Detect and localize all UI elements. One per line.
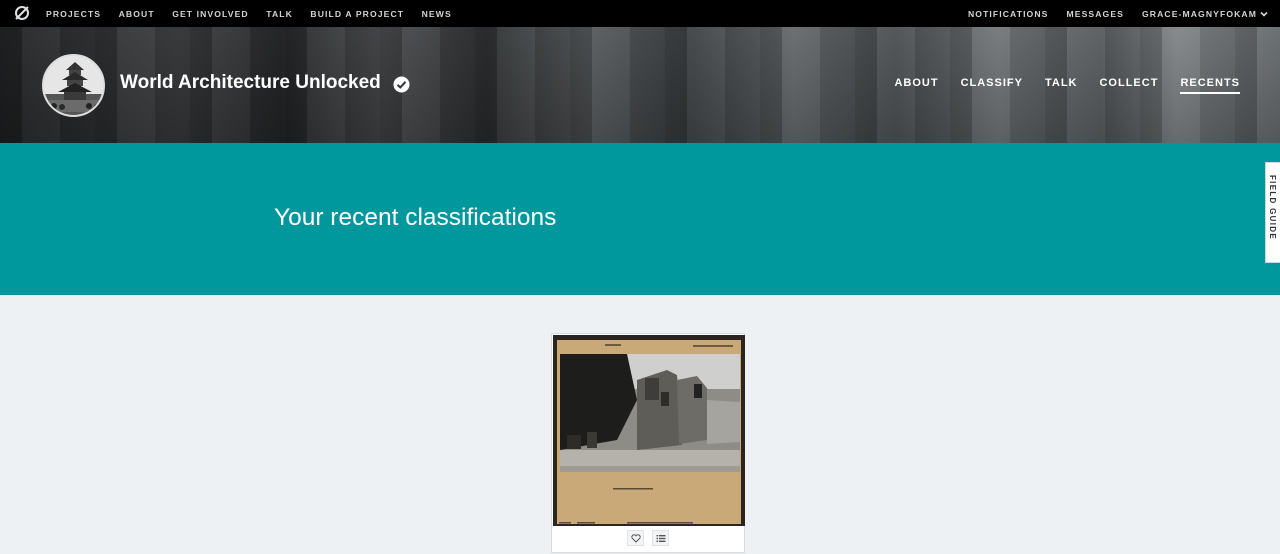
- archival-photo-image: [557, 340, 741, 524]
- site-top-nav: PROJECTS ABOUT GET INVOLVED TALK BUILD A…: [0, 0, 1280, 27]
- card-actions: [552, 530, 744, 550]
- subject-thumbnail[interactable]: [553, 335, 745, 526]
- user-menu-button[interactable]: GRACE-MAGNYFOKAM: [1142, 9, 1268, 19]
- field-guide-tab[interactable]: FIELD GUIDE: [1265, 162, 1280, 263]
- top-nav-right: NOTIFICATIONS MESSAGES GRACE-MAGNYFOKAM: [950, 0, 1268, 27]
- nav-about-link[interactable]: ABOUT: [119, 9, 155, 19]
- zooniverse-logo-icon[interactable]: [14, 5, 30, 21]
- favorite-button[interactable]: [627, 530, 644, 546]
- project-nav-classify[interactable]: CLASSIFY: [961, 77, 1023, 94]
- project-avatar[interactable]: [42, 54, 105, 117]
- nav-build-project-link[interactable]: BUILD A PROJECT: [310, 9, 404, 19]
- list-icon: [656, 534, 665, 542]
- project-nav-talk[interactable]: TALK: [1045, 77, 1078, 94]
- user-name-label: GRACE-MAGNYFOKAM: [1142, 8, 1257, 19]
- nav-talk-link[interactable]: TALK: [266, 9, 293, 19]
- project-nav-recents[interactable]: RECENTS: [1180, 77, 1240, 94]
- nav-get-involved-link[interactable]: GET INVOLVED: [172, 9, 249, 19]
- nav-news-link[interactable]: NEWS: [422, 9, 452, 19]
- top-nav-left: PROJECTS ABOUT GET INVOLVED TALK BUILD A…: [46, 0, 469, 27]
- verified-check-icon: [393, 76, 410, 93]
- field-guide-label: FIELD GUIDE: [1268, 175, 1277, 240]
- notifications-link[interactable]: NOTIFICATIONS: [968, 9, 1049, 19]
- page-title: Your recent classifications: [274, 204, 557, 231]
- nav-projects-link[interactable]: PROJECTS: [46, 9, 101, 19]
- recent-classification-card[interactable]: [551, 333, 745, 553]
- project-nav-about[interactable]: ABOUT: [894, 77, 938, 94]
- messages-link[interactable]: MESSAGES: [1066, 9, 1124, 19]
- chevron-down-icon: [1260, 11, 1268, 17]
- recents-banner: Your recent classifications: [0, 143, 1280, 295]
- project-title[interactable]: World Architecture Unlocked: [120, 72, 381, 94]
- project-nav-collect[interactable]: COLLECT: [1099, 77, 1158, 94]
- project-header: World Architecture Unlocked ABOUT CLASSI…: [0, 27, 1280, 143]
- collect-button[interactable]: [652, 530, 669, 546]
- project-nav: ABOUT CLASSIFY TALK COLLECT RECENTS: [872, 77, 1240, 94]
- heart-icon: [630, 533, 641, 543]
